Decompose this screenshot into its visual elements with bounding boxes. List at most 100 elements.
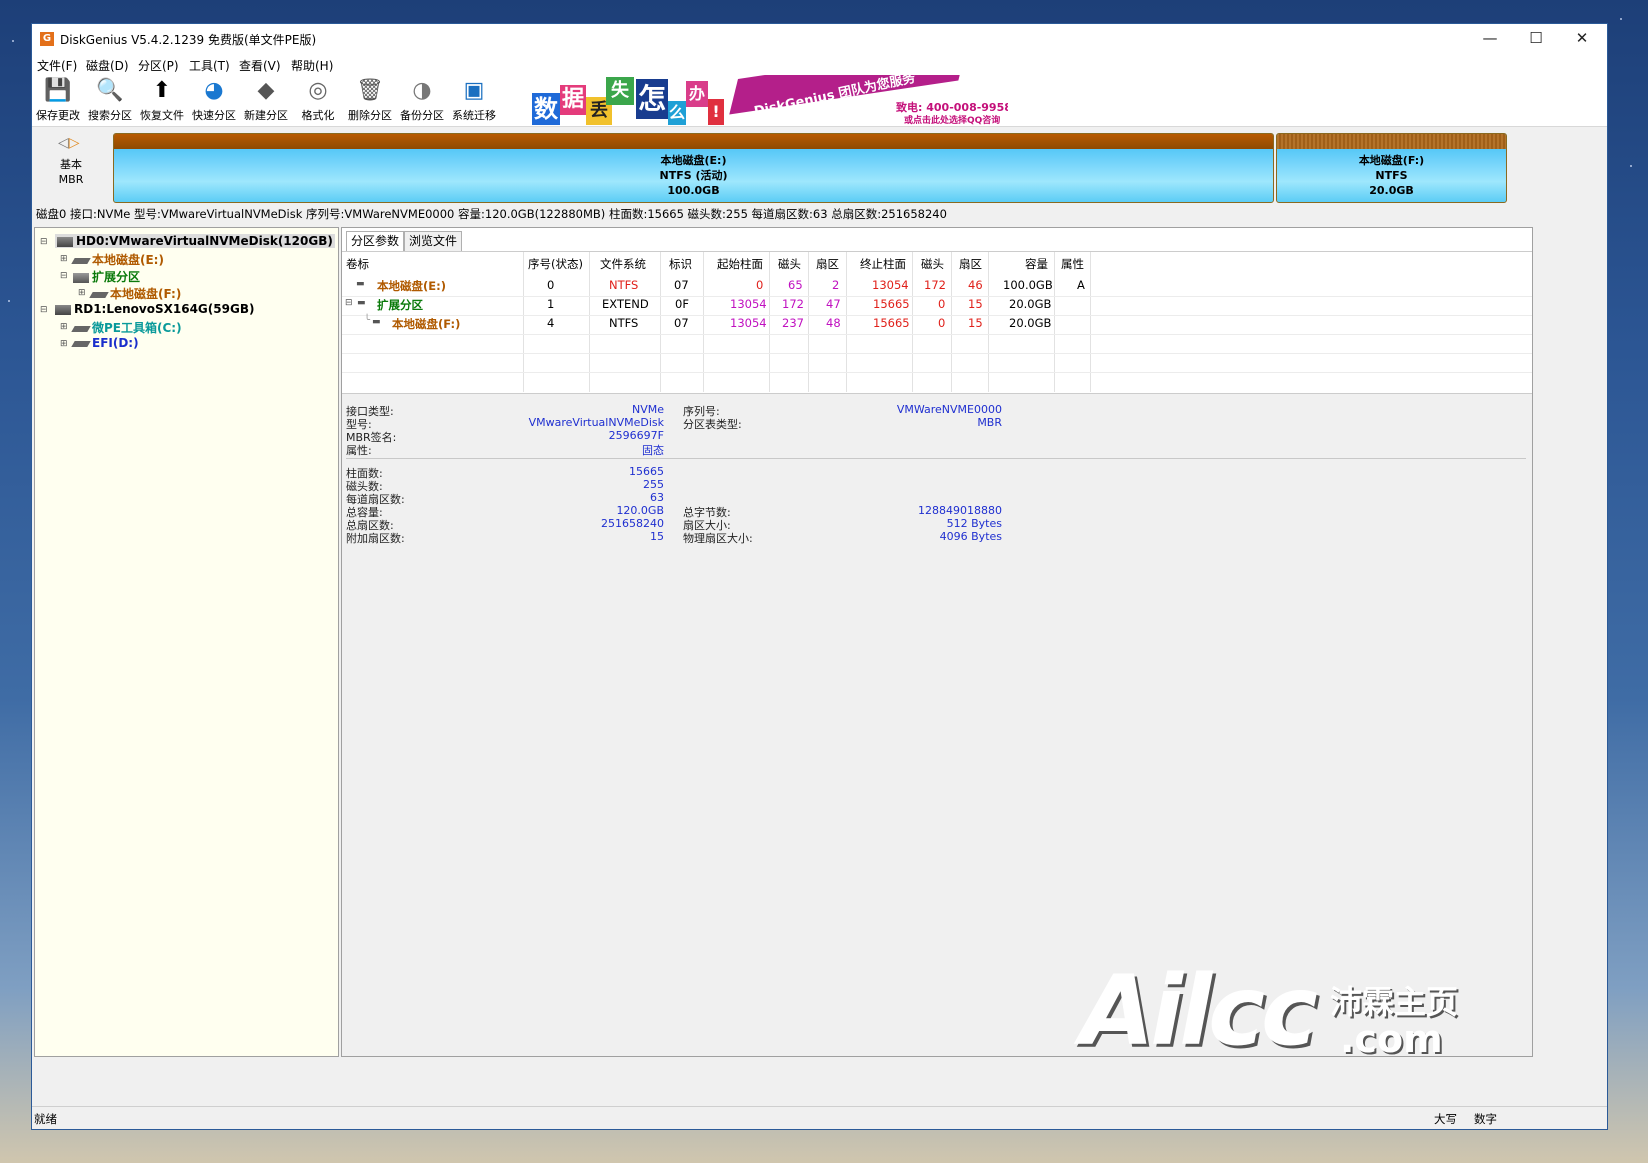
partition-table[interactable]: 卷标 序号(状态) 文件系统 标识 起始柱面 磁头 扇区 终止柱面 磁头 扇区 …	[342, 251, 1532, 392]
column-header[interactable]: 磁头	[921, 256, 944, 272]
column-header[interactable]: 文件系统	[600, 256, 646, 272]
toolbar-label: 系统迁移	[452, 109, 496, 122]
format-button[interactable]: ◎ 格式化	[292, 76, 344, 124]
watermark-brand: Ailcc	[1080, 955, 1318, 1067]
grid-divider	[660, 252, 661, 392]
column-header[interactable]: 属性	[1061, 256, 1084, 272]
column-header[interactable]: 标识	[669, 256, 692, 272]
minimize-button[interactable]: —	[1467, 24, 1513, 54]
disk-tree[interactable]: ⊟ HD0:VMwareVirtualNVMeDisk(120GB) ⊞ 本地磁…	[34, 227, 339, 1057]
collapse-icon[interactable]: ⊟	[40, 237, 48, 247]
ad-qq-link[interactable]: 或点击此处选择QQ咨询	[904, 113, 1000, 125]
disk-type: 基本 MBR	[52, 157, 90, 187]
disk-nav: ◁▷	[58, 135, 80, 151]
partition-label: 本地磁盘(E:) NTFS (活动) 100.0GB	[114, 149, 1273, 198]
tree-node-f[interactable]: 本地磁盘(F:)	[89, 285, 182, 302]
title-bar[interactable]: G DiskGenius V5.4.2.1239 免费版(单文件PE版) — ☐…	[32, 24, 1607, 54]
partition-f-block[interactable]: 本地磁盘(F:) NTFS 20.0GB	[1276, 133, 1507, 203]
cell-start-head: 237	[782, 316, 804, 330]
search-partition-button[interactable]: 🔍 搜索分区	[84, 76, 136, 124]
column-header[interactable]: 序号(状态)	[528, 256, 583, 272]
new-partition-icon: ◆	[257, 78, 275, 103]
maximize-button[interactable]: ☐	[1513, 24, 1559, 54]
prev-disk-icon[interactable]: ◁	[58, 135, 69, 151]
partition-icon: ▬	[356, 279, 365, 289]
partition-fs: NTFS (活动)	[659, 169, 728, 182]
save-icon: 💾	[44, 78, 72, 103]
column-header[interactable]: 容量	[1025, 256, 1048, 272]
collapse-icon[interactable]: ⊟	[60, 271, 68, 281]
partition-name: 本地磁盘(F:)	[1358, 154, 1425, 167]
status-text: 就绪	[34, 1112, 57, 1126]
detail-value: 128849018880	[918, 504, 1002, 517]
cell-start-sector: 48	[826, 316, 841, 330]
grid-divider	[523, 252, 524, 392]
column-header[interactable]: 扇区	[816, 256, 839, 272]
grid-divider	[589, 252, 590, 392]
tree-node-rd1[interactable]: RD1:LenovoSX164G(59GB)	[55, 302, 254, 316]
tree-node-c[interactable]: 微PE工具箱(C:)	[71, 319, 182, 336]
expand-icon[interactable]: ⊞	[60, 339, 68, 349]
expand-icon[interactable]: ⊞	[60, 254, 68, 264]
cell-start-cyl: 13054	[730, 316, 767, 330]
grid-row-line	[342, 334, 1532, 335]
partition-e-block[interactable]: 本地磁盘(E:) NTFS (活动) 100.0GB	[113, 133, 1274, 203]
detail-label: 属性:	[346, 444, 372, 457]
recover-files-button[interactable]: ⬆ 恢复文件	[136, 76, 188, 124]
grid-divider	[808, 252, 809, 392]
collapse-icon[interactable]: ⊟	[40, 305, 48, 315]
detail-value: 63	[650, 491, 664, 504]
cell-label: 扩展分区	[377, 298, 423, 312]
expand-icon[interactable]: ⊞	[60, 322, 68, 332]
ad-banner[interactable]: 数 据 丢 失 怎 么 办 ! DiskGenius 团队为您服务 致电: 40…	[526, 75, 1008, 125]
cell-attr: A	[1077, 278, 1085, 292]
backup-partition-button[interactable]: ◑ 备份分区	[396, 76, 448, 124]
menu-help[interactable]: 帮助(H)	[291, 57, 333, 74]
menu-disk[interactable]: 磁盘(D)	[86, 57, 129, 74]
collapse-icon[interactable]: ⊟	[345, 298, 353, 308]
delete-partition-button[interactable]: 🗑 删除分区	[344, 76, 396, 124]
column-header[interactable]: 终止柱面	[860, 256, 906, 272]
cell-fs: NTFS	[609, 316, 639, 330]
column-header[interactable]: 卷标	[346, 256, 369, 272]
new-partition-button[interactable]: ◆ 新建分区	[240, 76, 292, 124]
partition-size: 20.0GB	[1369, 184, 1414, 197]
menu-tools[interactable]: 工具(T)	[189, 57, 230, 74]
column-header[interactable]: 磁头	[778, 256, 801, 272]
grid-divider	[846, 252, 847, 392]
ad-char: 办	[686, 81, 708, 107]
quick-partition-button[interactable]: ◕ 快速分区	[188, 76, 240, 124]
disk-type-line: 基本	[60, 158, 82, 171]
cell-id: 0F	[675, 297, 689, 311]
column-header[interactable]: 扇区	[959, 256, 982, 272]
system-migrate-button[interactable]: ▣ 系统迁移	[448, 76, 500, 124]
right-pane: 分区参数 浏览文件 卷标 序号(状态) 文件系统 标识 起始柱面 磁头 扇区 终…	[341, 227, 1533, 1057]
caps-lock-indicator: 大写	[1434, 1112, 1457, 1126]
close-button[interactable]: ✕	[1559, 24, 1605, 54]
tree-node-d[interactable]: EFI(D:)	[71, 336, 139, 350]
tree-label: 本地磁盘(F:)	[110, 287, 182, 301]
tab-browse-files[interactable]: 浏览文件	[404, 231, 463, 251]
cell-end-head: 0	[938, 297, 946, 311]
cell-id: 07	[674, 278, 689, 292]
partition-usage-band	[1277, 134, 1506, 149]
tree-node-extended[interactable]: 扩展分区	[73, 268, 140, 285]
cell-label: 本地磁盘(F:)	[392, 317, 461, 331]
next-disk-icon[interactable]: ▷	[69, 135, 80, 151]
partition-icon	[89, 291, 109, 298]
tree-node-e[interactable]: 本地磁盘(E:)	[71, 251, 164, 268]
cell-end-sector: 15	[968, 297, 983, 311]
grid-row-line	[342, 296, 1532, 297]
menu-bar: 文件(F) 磁盘(D) 分区(P) 工具(T) 查看(V) 帮助(H)	[32, 54, 1607, 74]
expand-icon[interactable]: ⊞	[78, 288, 86, 298]
tree-label: 扩展分区	[92, 270, 141, 284]
tab-partition-params[interactable]: 分区参数	[346, 231, 405, 252]
menu-partition[interactable]: 分区(P)	[138, 57, 179, 74]
num-lock-indicator: 数字	[1474, 1112, 1497, 1126]
save-changes-button[interactable]: 💾 保存更改	[32, 76, 84, 124]
window-title: DiskGenius V5.4.2.1239 免费版(单文件PE版)	[60, 33, 317, 47]
tree-node-hd0[interactable]: HD0:VMwareVirtualNVMeDisk(120GB)	[55, 234, 335, 248]
menu-file[interactable]: 文件(F)	[37, 57, 77, 74]
column-header[interactable]: 起始柱面	[717, 256, 763, 272]
menu-view[interactable]: 查看(V)	[239, 57, 281, 74]
